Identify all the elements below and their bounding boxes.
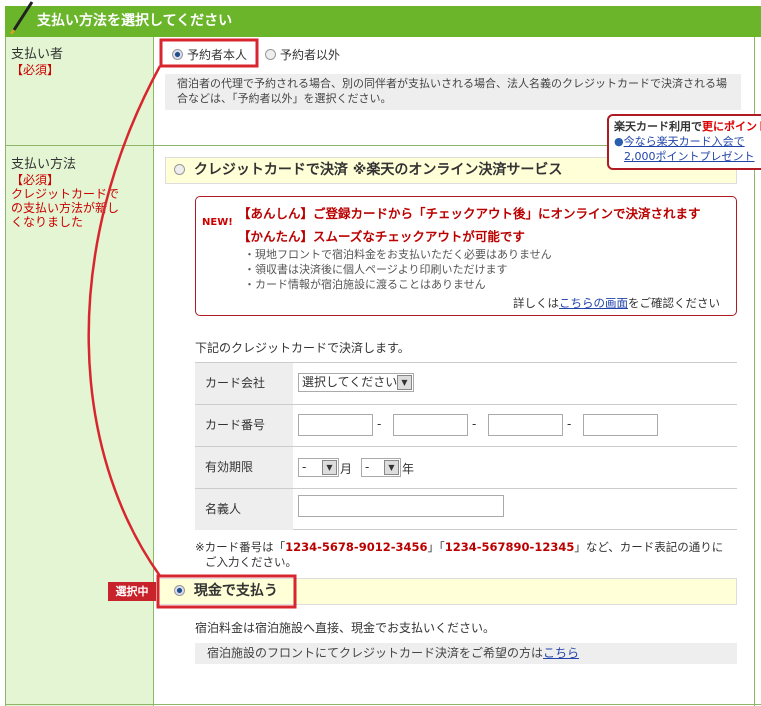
card-intro: 下記のクレジットカードで決済します。: [195, 341, 410, 355]
separator: -: [567, 417, 572, 431]
radio-icon[interactable]: [174, 585, 185, 596]
details-text: をご確認ください: [628, 296, 720, 310]
cash-note: 宿泊料金は宿泊施設へ直接、現金でお支払いください。: [195, 621, 496, 635]
new-badge: NEW!: [202, 217, 233, 228]
note-text: ※カード番号は「: [195, 540, 286, 554]
promo-bubble: 楽天カード利用で更にポイント ●今なら楽天カード入会で 2,000ポイントプレゼ…: [607, 114, 761, 170]
promo-title: 楽天カード利用で: [614, 120, 702, 133]
example-number: 1234-567890-12345: [444, 540, 575, 554]
card-holder-input[interactable]: [298, 495, 504, 517]
details-text: 詳しくは: [513, 296, 559, 310]
kantan-tag: 【かんたん】: [238, 229, 314, 244]
company-label: カード会社: [195, 363, 293, 404]
promo-title-highlight: 更にポイント: [702, 120, 761, 133]
selected-badge: 選択中: [108, 582, 156, 601]
section-header: 支払い方法を選択してください: [5, 6, 761, 37]
radio-payer-self[interactable]: 予約者本人: [172, 46, 247, 63]
card-number-1[interactable]: [298, 414, 373, 436]
credit-option-label: クレジットカードで決済 ※楽天のオンライン決済サービス: [193, 162, 563, 178]
example-number: 1234-5678-9012-3456: [285, 540, 428, 554]
front-note-text: 宿泊施設のフロントにてクレジットカード決済をご希望の方は: [207, 646, 544, 660]
card-number-3[interactable]: [488, 414, 563, 436]
anshin-text: ご登録カードから「チェックアウト後」にオンラインで決済されます: [313, 206, 701, 221]
chevron-down-icon: ▼: [384, 460, 399, 475]
payer-required: 【必須】: [11, 63, 60, 77]
radio-icon[interactable]: [265, 49, 276, 60]
label-column: [5, 37, 154, 706]
bullet: ・カード情報が宿泊施設に渡ることはありません: [244, 278, 486, 291]
year-unit: 年: [402, 462, 415, 476]
method-required: 【必須】: [11, 173, 60, 187]
holder-label: 名義人: [195, 489, 293, 530]
promo-link-2[interactable]: 2,000ポイントプレゼント: [624, 150, 755, 163]
note-text: ご入力ください。: [205, 555, 297, 569]
radio-icon[interactable]: [172, 49, 183, 60]
radio-label: 予約者以外: [280, 48, 341, 62]
separator: -: [377, 417, 382, 431]
cash-option[interactable]: 現金で支払う: [158, 578, 737, 605]
radio-payer-other[interactable]: 予約者以外: [265, 46, 340, 63]
radio-icon[interactable]: [174, 164, 185, 175]
method-notice: クレジットカードでの支払い方法が新しくなりました: [11, 187, 120, 229]
anshin-tag: 【あんしん】: [238, 206, 314, 221]
note-text: 」など、カード表記の通りに: [574, 540, 724, 554]
payer-note: 宿泊者の代理で予約される場合、別の同伴者が支払いされる場合、法人名義のクレジット…: [165, 74, 741, 110]
front-credit-link[interactable]: こちら: [543, 646, 579, 660]
expiry-year-select[interactable]: - ▼: [361, 458, 401, 477]
note-text: 」「: [427, 540, 445, 554]
front-credit-note: 宿泊施設のフロントにてクレジットカード決済をご希望の方はこちら: [195, 643, 737, 664]
chevron-down-icon: ▼: [397, 375, 412, 390]
select-value: -: [365, 460, 370, 474]
number-label: カード番号: [195, 405, 293, 446]
expiry-month-select[interactable]: - ▼: [298, 458, 339, 477]
arrow-circle-icon: ●: [614, 135, 624, 148]
month-unit: 月: [340, 462, 353, 476]
card-number-2[interactable]: [393, 414, 468, 436]
select-value: -: [302, 460, 307, 474]
method-label: 支払い方法: [11, 157, 77, 172]
kantan-text: スムーズなチェックアウトが可能です: [313, 229, 525, 244]
bullet: ・現地フロントで宿泊料金をお支払いただく必要はありません: [244, 248, 552, 261]
card-number-4[interactable]: [583, 414, 658, 436]
card-example-note: ※カード番号は「1234-5678-9012-3456」「1234-567890…: [195, 540, 755, 570]
card-company-select[interactable]: 選択してください ▼: [298, 373, 414, 392]
select-value: 選択してください: [302, 375, 398, 389]
expiry-label: 有効期限: [195, 447, 293, 488]
card-form: カード会社 選択してください ▼ カード番号 - - - 有効期限 - ▼ 月 - ▼…: [195, 362, 737, 530]
pen-icon: [9, 1, 34, 35]
promo-link[interactable]: 今なら楽天カード入会で: [624, 135, 745, 148]
payer-label: 支払い者: [11, 47, 64, 62]
radio-label: 予約者本人: [187, 48, 248, 62]
bullet: ・領収書は決済後に個人ページより印刷いただけます: [244, 263, 508, 276]
details-link[interactable]: こちらの画面: [559, 296, 628, 310]
cash-option-label: 現金で支払う: [193, 583, 278, 599]
separator: -: [472, 417, 477, 431]
chevron-down-icon: ▼: [322, 460, 337, 475]
credit-info-box: NEW! 【あんしん】ご登録カードから「チェックアウト後」にオンラインで決済され…: [195, 196, 737, 316]
